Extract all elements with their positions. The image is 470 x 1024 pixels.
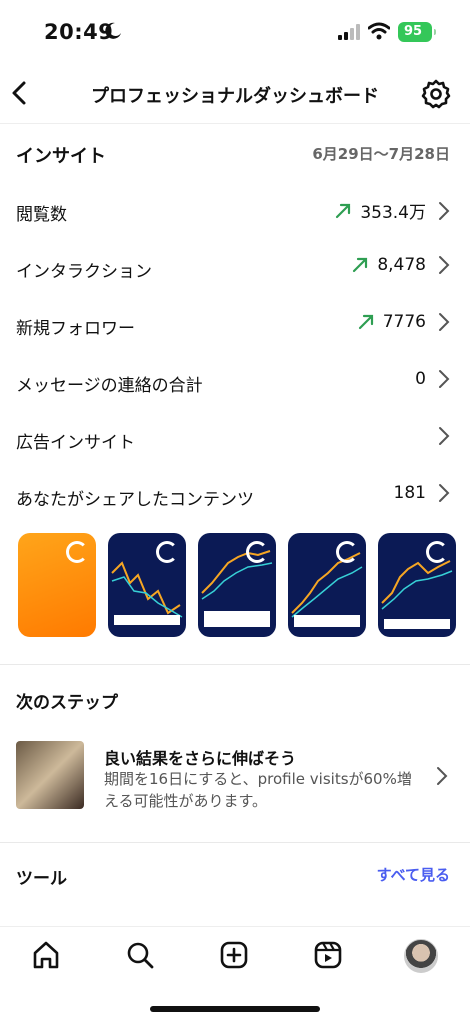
chevron-right-icon	[439, 256, 450, 274]
divider	[0, 842, 470, 843]
content-thumbnail[interactable]	[108, 533, 186, 637]
battery-indicator: 95	[398, 22, 436, 42]
settings-gear-icon[interactable]	[420, 78, 452, 110]
status-time: 20:49	[44, 20, 114, 44]
wifi-icon	[368, 22, 390, 40]
row-label: 広告インサイト	[16, 433, 135, 453]
moon-icon	[105, 22, 121, 39]
trend-up-icon	[336, 203, 351, 218]
row-label: 新規フォロワー	[16, 319, 135, 339]
content-thumbnail[interactable]	[288, 533, 366, 637]
see-all-link[interactable]: すべて見る	[377, 864, 450, 885]
home-indicator	[150, 1006, 320, 1012]
content-thumbnail[interactable]	[378, 533, 456, 637]
row-new-followers[interactable]: 新規フォロワー 7776	[0, 296, 470, 353]
row-views[interactable]: 閲覧数 353.4万	[0, 182, 470, 239]
status-bar: 20:49 95	[0, 0, 470, 62]
row-interactions[interactable]: インタラクション 8,478	[0, 239, 470, 296]
insights-header: インサイト 6月29日〜7月28日	[0, 124, 470, 180]
next-step-thumbnail	[16, 741, 84, 809]
row-label: あなたがシェアしたコンテンツ	[16, 490, 254, 510]
content-thumbnail[interactable]	[18, 533, 96, 637]
row-message-contacts[interactable]: メッセージの連絡の合計 0	[0, 353, 470, 410]
divider	[0, 664, 470, 665]
create-post-icon[interactable]	[218, 939, 250, 971]
row-value: 0	[415, 369, 426, 389]
tools-title: ツール	[16, 869, 67, 889]
trend-up-icon	[358, 314, 373, 330]
row-value: 8,478	[377, 255, 426, 275]
chevron-right-icon	[439, 427, 450, 445]
content-thumbnail[interactable]	[198, 533, 276, 637]
row-value: 7776	[382, 312, 426, 332]
reels-icon[interactable]	[312, 939, 344, 971]
home-icon[interactable]	[30, 939, 62, 971]
shared-content-thumbnails	[18, 533, 456, 637]
row-value: 353.4万	[360, 203, 426, 223]
profile-avatar[interactable]	[404, 939, 438, 973]
signal-icon	[338, 24, 360, 40]
insights-title: インサイト	[16, 146, 106, 167]
trend-up-icon	[353, 257, 368, 273]
page-title: プロフェッショナルダッシュボード	[91, 86, 379, 107]
date-range[interactable]: 6月29日〜7月28日	[312, 143, 450, 164]
row-value: 181	[393, 483, 426, 503]
row-label: インタラクション	[16, 262, 152, 282]
chevron-right-icon	[439, 313, 450, 331]
app-header: プロフェッショナルダッシュボード	[0, 62, 470, 124]
next-step-title[interactable]: 良い結果をさらに伸ばそう	[104, 745, 296, 769]
chevron-right-icon[interactable]	[436, 766, 448, 786]
chevron-right-icon	[439, 370, 450, 388]
next-step-description: 期間を16日にすると、profile visitsが60%増える可能性があります…	[104, 770, 412, 810]
row-label: メッセージの連絡の合計	[16, 376, 203, 396]
next-steps-title: 次のステップ	[16, 693, 118, 713]
search-icon[interactable]	[124, 939, 156, 971]
row-ad-insights[interactable]: 広告インサイト	[0, 410, 470, 467]
chevron-right-icon	[439, 201, 450, 220]
row-shared-content[interactable]: あなたがシェアしたコンテンツ 181	[0, 467, 470, 524]
row-label: 閲覧数	[16, 205, 67, 225]
chevron-right-icon	[439, 484, 450, 502]
